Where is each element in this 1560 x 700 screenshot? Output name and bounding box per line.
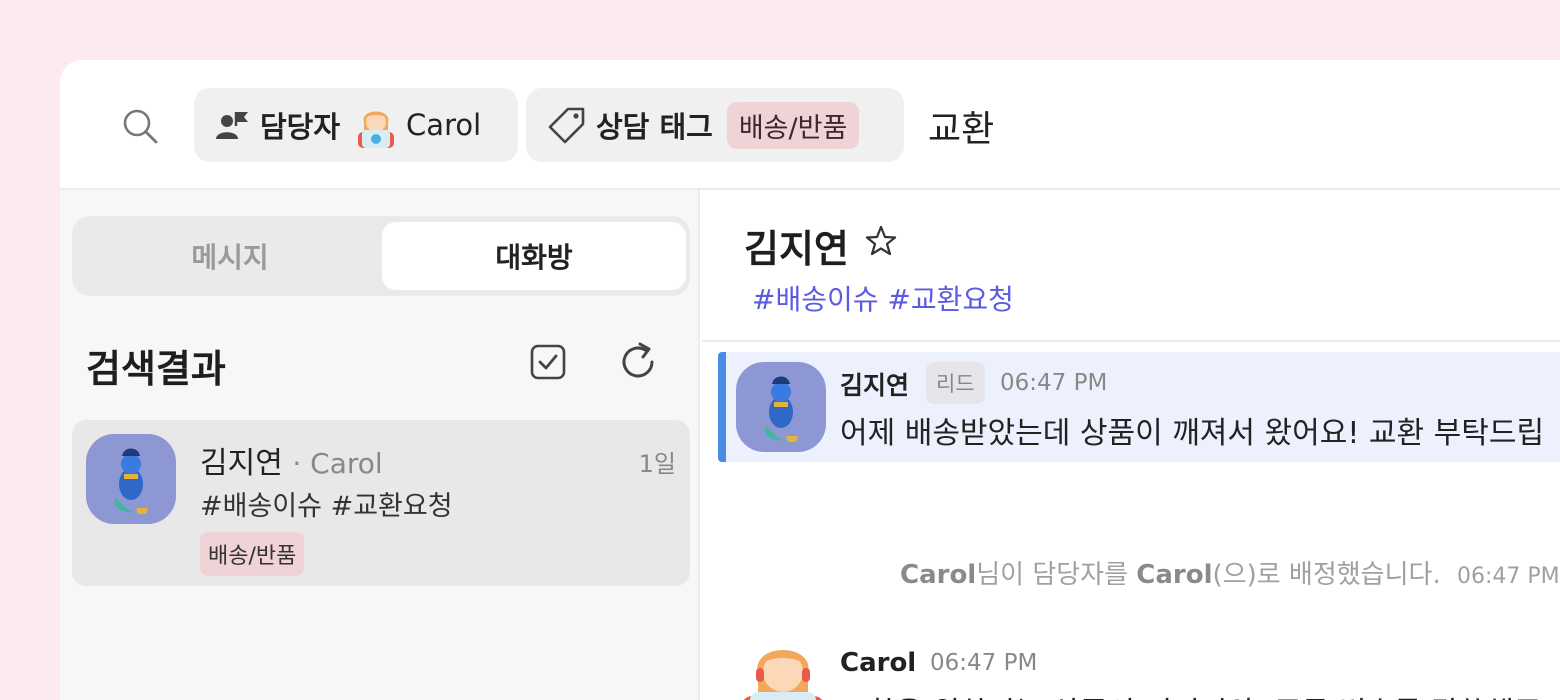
system-actor: Carol <box>900 560 977 590</box>
message-time: 06:47 PM <box>1000 370 1108 396</box>
app-window: 담당자 Carol 상담 태그 배송/반품 교환 메시지 대화방 검색결과 김지… <box>60 60 1560 700</box>
agent-message-time: 06:47 PM <box>930 650 1038 676</box>
message-text: 어제 배송받았는데 상품이 깨져서 왔어요! 교환 부탁드립 <box>840 416 1545 451</box>
result-time: 1일 <box>638 450 676 478</box>
customer-message-avatar <box>736 362 826 452</box>
customer-avatar <box>86 434 176 524</box>
tab-messages[interactable]: 메시지 <box>78 222 382 290</box>
search-query-text[interactable]: 교환 <box>928 100 994 152</box>
genie-icon <box>114 448 148 514</box>
result-hashtags: #배송이슈 #교환요청 <box>200 491 453 522</box>
tag-filter-label: 상담 태그 <box>596 110 713 144</box>
agent-message-sender: Carol <box>840 648 917 678</box>
assignee-filter-chip[interactable]: 담당자 Carol <box>194 88 518 162</box>
assignee-filter-value: Carol <box>406 108 482 142</box>
tab-chatrooms[interactable]: 대화방 <box>382 222 686 290</box>
system-target: Carol <box>1136 560 1213 590</box>
results-title: 검색결과 <box>86 347 226 391</box>
select-checkbox-icon[interactable] <box>528 342 568 382</box>
assignee-filter-label: 담당자 <box>260 110 341 144</box>
result-list-item[interactable]: 김지연 · Carol 1일 #배송이슈 #교환요청 배송/반품 <box>72 420 690 586</box>
agent-message-text: 교환을 원하시는 상품의 이미지와, 주문 번호를 말씀해주 <box>840 688 1542 700</box>
system-suffix: (으)로 배정했습니다. <box>1212 560 1441 590</box>
tag-filter-value: 배송/반품 <box>726 101 860 149</box>
search-icon[interactable] <box>120 106 160 146</box>
carol-avatar-icon <box>358 111 395 148</box>
refresh-icon[interactable] <box>616 340 660 384</box>
assignee-icon <box>216 112 248 139</box>
view-segmented-control: 메시지 대화방 <box>72 216 690 296</box>
result-name: 김지연 · Carol <box>200 438 383 482</box>
left-panel: 메시지 대화방 검색결과 김지연 · Carol 1일 #배송이슈 #교환요청 … <box>60 190 700 700</box>
chat-hashtags[interactable]: #배송이슈 #교환요청 <box>752 278 1014 318</box>
result-customer-name: 김지연 <box>200 446 283 481</box>
genie-icon <box>764 376 798 442</box>
chat-panel: 김지연 #배송이슈 #교환요청 김지연 리드 06:47 PM 어제 배송받았는… <box>702 190 1560 700</box>
role-badge: 리드 <box>926 362 985 404</box>
message-sender: 김지연 <box>840 371 910 400</box>
chat-header: 김지연 #배송이슈 #교환요청 <box>702 190 1560 342</box>
tag-icon <box>548 107 585 144</box>
result-agent-name: · Carol <box>292 447 383 480</box>
system-time: 06:47 PM <box>1456 564 1560 589</box>
tag-filter-chip[interactable]: 상담 태그 배송/반품 <box>526 88 904 162</box>
agent-avatar <box>744 650 822 700</box>
star-icon[interactable] <box>864 224 898 258</box>
chat-title: 김지연 <box>744 227 849 271</box>
result-tag-pill: 배송/반품 <box>200 532 305 576</box>
system-middle: 님이 담당자를 <box>976 560 1129 590</box>
search-bar: 담당자 Carol 상담 태그 배송/반품 교환 <box>60 60 1560 190</box>
system-message: Carol님이 담당자를 Carol(으)로 배정했습니다. 06:47 PM <box>900 554 1560 591</box>
